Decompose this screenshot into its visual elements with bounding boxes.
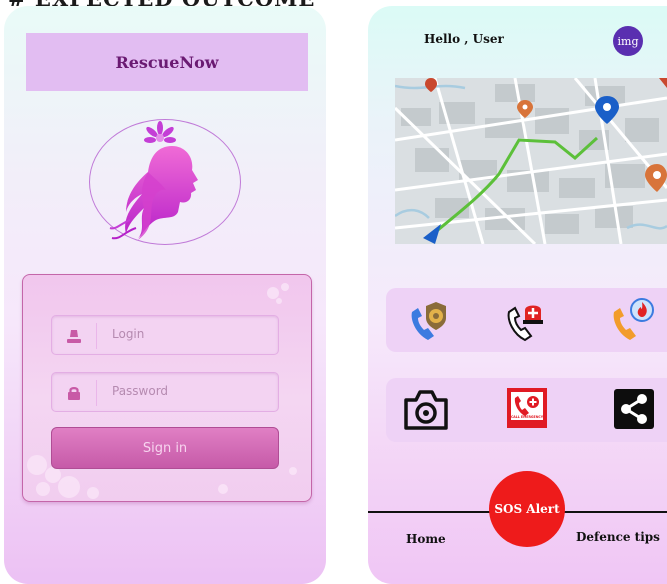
emergency-contact-label: CALL EMERGENCY: [511, 415, 544, 419]
route-map-icon[interactable]: [395, 78, 667, 244]
login-placeholder: Login: [112, 327, 145, 341]
emergency-call-panel: [386, 288, 667, 352]
password-placeholder: Password: [112, 384, 169, 398]
sos-alert-button[interactable]: SOS Alert: [489, 471, 565, 547]
woman-silhouette-logo-icon: [89, 119, 241, 245]
greeting: Hello , User: [424, 32, 504, 46]
lock-icon: [68, 387, 80, 400]
nav-home[interactable]: Home: [406, 532, 446, 546]
user-icon: [67, 330, 81, 343]
camera-icon[interactable]: [402, 388, 450, 432]
emergency-contact-icon[interactable]: CALL EMERGENCY: [507, 388, 547, 428]
login-screen: RescueNow Login Password Sign in: [4, 6, 326, 584]
avatar-label: img: [617, 34, 639, 48]
sign-in-button[interactable]: Sign in: [51, 427, 279, 469]
ambulance-call-icon[interactable]: [503, 296, 553, 346]
password-field[interactable]: Password: [51, 372, 279, 412]
login-field[interactable]: Login: [51, 315, 279, 355]
home-screen: Hello , User img CALL EMERGENCY SOS Aler…: [368, 6, 667, 584]
tools-panel: CALL EMERGENCY: [386, 378, 667, 442]
police-call-icon[interactable]: [406, 296, 456, 346]
fire-call-icon[interactable]: [608, 296, 658, 346]
app-banner: RescueNow: [26, 33, 308, 91]
sos-alert-label: SOS Alert: [494, 502, 560, 516]
avatar[interactable]: img: [613, 26, 643, 56]
nav-defence-tips[interactable]: Defence tips: [576, 530, 660, 544]
app-title: RescueNow: [115, 52, 219, 72]
login-card: Login Password Sign in: [22, 274, 312, 502]
sign-in-label: Sign in: [142, 440, 188, 456]
share-icon[interactable]: [614, 389, 654, 429]
